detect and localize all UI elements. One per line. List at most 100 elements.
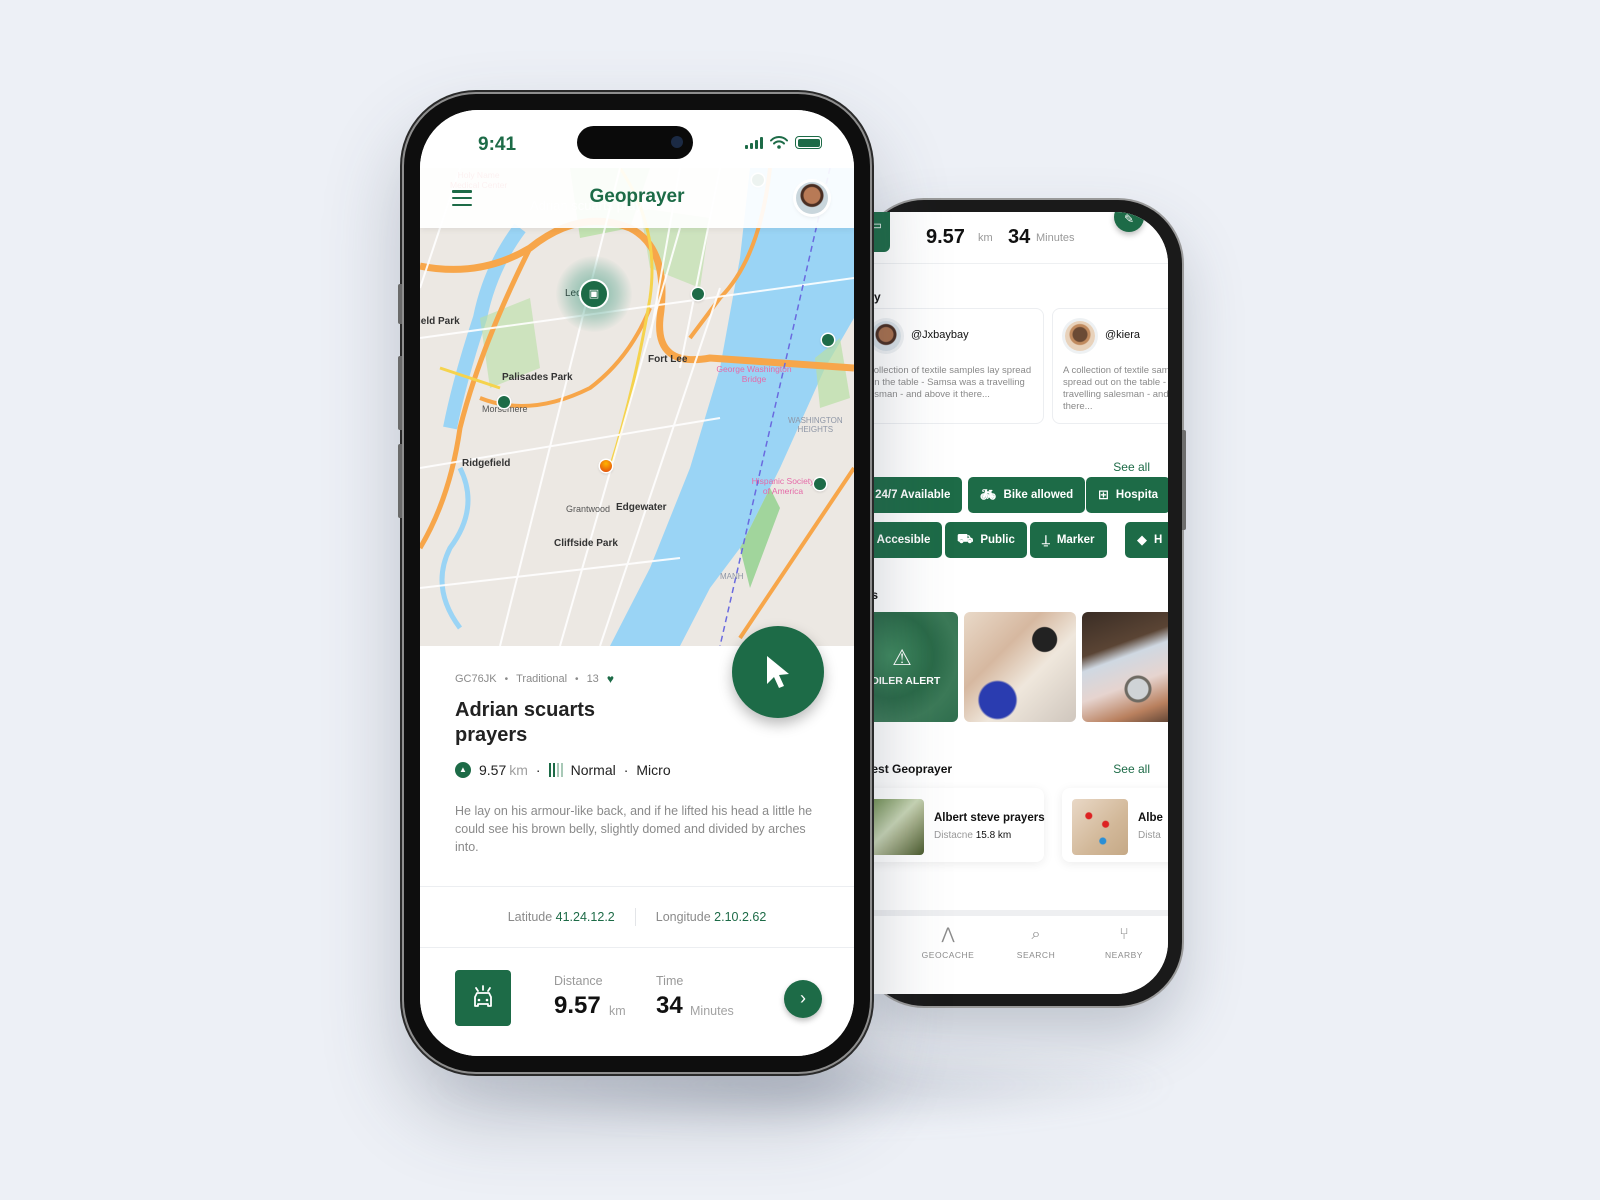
divider — [634, 908, 636, 926]
dynamic-island — [577, 126, 693, 159]
trip-distance-unit: km — [978, 232, 993, 244]
chip-label: Accesible — [876, 534, 931, 546]
navigation-arrow-icon: ▲ — [455, 762, 471, 778]
signal-icon — [745, 136, 763, 149]
activity-card[interactable]: @kiera A collection of textile samples l… — [1052, 308, 1168, 424]
camera-icon — [671, 136, 683, 148]
bus-icon: ⛟ — [957, 531, 974, 546]
nearest-thumbnail — [1072, 799, 1128, 855]
map-pin[interactable] — [822, 334, 834, 346]
difficulty-bars-icon — [548, 763, 563, 777]
tab-label: GEOCACHE — [921, 950, 975, 960]
map-label: Edgewater — [616, 502, 667, 513]
nearest-name: Albert steve prayers — [934, 812, 1045, 824]
photo-spoiler[interactable]: ⚠ POILER ALERT — [866, 612, 958, 722]
chevron-right-icon: › — [800, 988, 806, 1008]
mute-switch — [398, 284, 402, 324]
activity-text: A collection of textile samples lay spre… — [1063, 365, 1168, 412]
distance-unit: km — [609, 1004, 626, 1018]
chip-accessible[interactable]: ♿︎ Accesible — [866, 522, 943, 558]
photo-magnifier-map[interactable] — [964, 612, 1076, 722]
cache-meta-line: GC76JK • Traditional • 13 ♥ — [455, 672, 614, 686]
amenities-see-all-link[interactable]: See all — [1113, 460, 1150, 474]
cache-code: GC76JK — [455, 673, 497, 685]
tab-search[interactable]: ⌕ SEARCH — [996, 924, 1076, 960]
chip-label: H — [1154, 534, 1163, 546]
longitude: Longitude 2.10.2.62 — [656, 910, 767, 924]
map-label: Grantwood — [566, 504, 611, 514]
tab-nearby[interactable]: ⑂ NEARBY — [1084, 924, 1164, 960]
main-phone-screen: 9:41 ield Park Fort Lee Palisades Park M… — [420, 110, 854, 1056]
nearest-card[interactable]: Albert steve prayers Distacne 15.8 km — [866, 788, 1045, 862]
status-time: 9:41 — [478, 134, 517, 155]
battery-icon — [795, 136, 822, 149]
nearest-name: Albe — [1138, 812, 1163, 824]
latitude: Latitude 41.24.12.2 — [508, 910, 615, 924]
trip-time-value: 34 — [1008, 226, 1031, 248]
cursor-arrow-icon — [767, 656, 789, 688]
trip-summary-bar: ▭ 9.57 km 34 Minutes ✎ — [866, 212, 1168, 264]
map-label: ield Park — [420, 316, 460, 327]
nearest-card[interactable]: Albe Dista — [1062, 788, 1168, 862]
next-button[interactable]: › — [784, 980, 822, 1018]
wifi-icon — [770, 136, 788, 149]
nearest-section-title: arest Geoprayer — [866, 762, 953, 776]
tab-geocache[interactable]: ⋀ GEOCACHE — [908, 924, 988, 960]
tab-label: SEARCH — [1016, 950, 1056, 960]
app-title: Geoprayer — [589, 186, 685, 207]
map-label: Cliffside Park — [554, 538, 618, 549]
map-label-hispanic-society: Hispanic Society of America — [751, 476, 815, 496]
pencil-icon: ✎ — [1123, 212, 1135, 226]
chip-bike-allowed[interactable]: 🚲︎ Bike allowed — [968, 477, 1086, 513]
map-label: Fort Lee — [648, 354, 688, 365]
map-pin[interactable] — [498, 396, 510, 408]
status-bar: 9:41 — [420, 110, 854, 168]
map-label: Palisades Park — [502, 372, 573, 383]
nearest-see-all-link[interactable]: See all — [1113, 762, 1150, 776]
map-pin[interactable] — [692, 288, 704, 300]
chip-tag[interactable]: ◆ H — [1125, 522, 1168, 558]
chip-marker[interactable]: ⍊ Marker — [1030, 522, 1107, 558]
distance-label: Distance — [554, 974, 603, 988]
home-icon: $ — [866, 924, 906, 946]
secondary-phone-mockup: ▭ 9.57 km 34 Minutes ✎ vity @Jxbaybay co… — [860, 200, 1186, 1006]
chip-hospital[interactable]: ⊞ Hospita — [1086, 477, 1168, 513]
edit-button[interactable]: ✎ — [1114, 212, 1144, 232]
activity-handle: @Jxbaybay — [911, 329, 969, 341]
tag-icon: ◆ — [1137, 532, 1147, 547]
trip-distance-value: 9.57 — [926, 226, 965, 248]
cache-type: Traditional — [516, 673, 568, 685]
bike-icon: 🚲︎ — [980, 487, 997, 502]
power-button — [1182, 430, 1186, 530]
tab-label: NEARBY — [1105, 950, 1143, 960]
user-avatar[interactable] — [796, 182, 828, 214]
selected-cache-pin[interactable]: ▣ — [579, 279, 609, 309]
map-pin[interactable] — [814, 478, 826, 490]
map-label-washington-heights: WASHINGTON HEIGHTS — [788, 416, 843, 434]
avatar — [871, 321, 901, 351]
current-location-pin[interactable] — [600, 460, 612, 472]
cache-detail-sheet: GC76JK • Traditional • 13 ♥ Adrian scuar… — [420, 626, 854, 1056]
cache-size: Micro — [636, 762, 671, 778]
cache-difficulty: Normal — [570, 762, 616, 778]
latitude-value: 41.24.12.2 — [555, 910, 615, 924]
activity-card[interactable]: @Jxbaybay collection of textile samples … — [866, 308, 1044, 424]
spoiler-label: POILER ALERT — [866, 675, 941, 687]
tab-home[interactable]: $ ME — [866, 924, 906, 960]
map-view[interactable]: Adrian scuarts prayers Holy NameMedical … — [420, 168, 854, 646]
trip-time-unit: Minutes — [1036, 232, 1075, 244]
longitude-value: 2.10.2.62 — [714, 910, 767, 924]
chip-24-7-available[interactable]: ⏱ 24/7 Available — [866, 477, 963, 513]
chip-label: Marker — [1056, 534, 1095, 546]
nearest-distance: Dista — [1138, 830, 1161, 841]
distance-value: 9.57 — [554, 992, 601, 1019]
photo-compass-map[interactable] — [1082, 612, 1168, 722]
car-icon — [455, 970, 511, 1026]
main-phone-mockup: 9:41 ield Park Fort Lee Palisades Park M… — [398, 94, 870, 1072]
navigate-fab-button[interactable] — [732, 626, 824, 718]
tab-label: ME — [866, 950, 906, 960]
avatar — [1065, 321, 1095, 351]
chip-label: Bike allowed — [1003, 489, 1074, 501]
chip-public[interactable]: ⛟ Public — [945, 522, 1027, 558]
heart-icon: ♥ — [606, 672, 614, 686]
